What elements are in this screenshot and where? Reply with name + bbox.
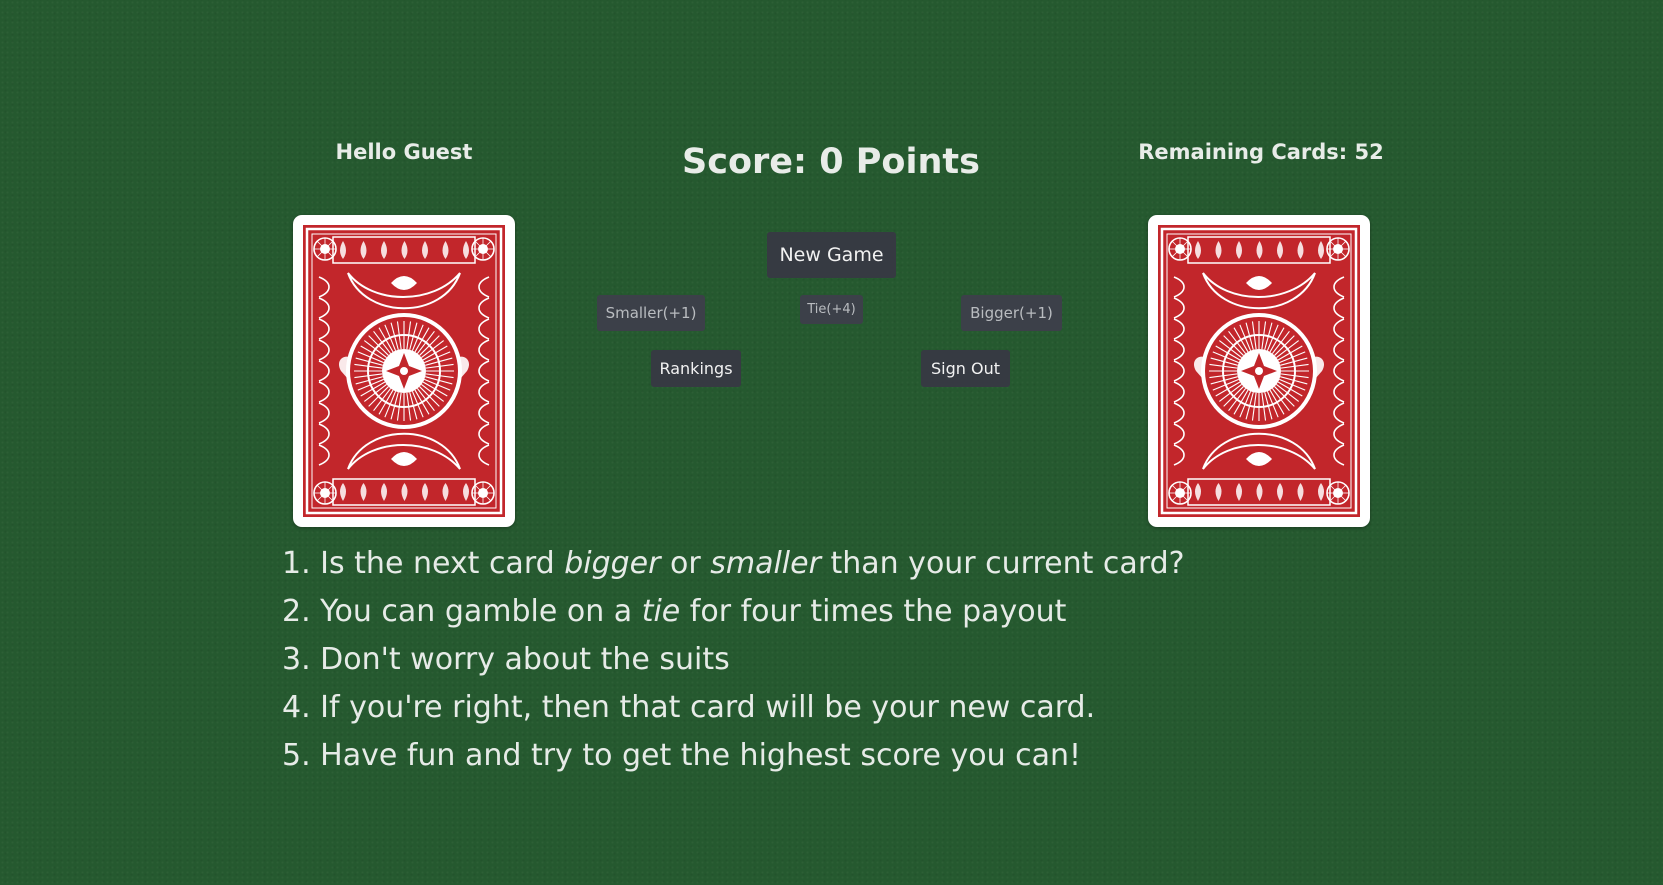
rule-item: 5. Have fun and try to get the highest s…	[282, 738, 1082, 773]
card-back-pattern	[1158, 225, 1360, 517]
rankings-button[interactable]: Rankings	[651, 350, 741, 387]
card-back-pattern	[303, 225, 505, 517]
rule-item: 3. Don't worry about the suits	[282, 642, 730, 677]
smaller-button[interactable]: Smaller(+1)	[597, 295, 705, 331]
rules-list: 1. Is the next card bigger or smaller th…	[282, 540, 1185, 780]
remaining-cards-count: Remaining Cards: 52	[1138, 140, 1384, 164]
new-game-button[interactable]: New Game	[767, 232, 896, 278]
current-card	[293, 215, 515, 527]
tie-button[interactable]: Tie(+4)	[800, 295, 863, 324]
rule-item: 1. Is the next card bigger or smaller th…	[282, 546, 1185, 581]
sign-out-button[interactable]: Sign Out	[921, 350, 1010, 387]
rule-item: 2. You can gamble on a tie for four time…	[282, 594, 1067, 629]
bigger-button[interactable]: Bigger(+1)	[961, 295, 1062, 331]
rule-item: 4. If you're right, then that card will …	[282, 690, 1096, 725]
next-card	[1148, 215, 1370, 527]
greeting-text: Hello Guest	[335, 140, 473, 164]
score-display: Score: 0 Points	[682, 142, 980, 182]
